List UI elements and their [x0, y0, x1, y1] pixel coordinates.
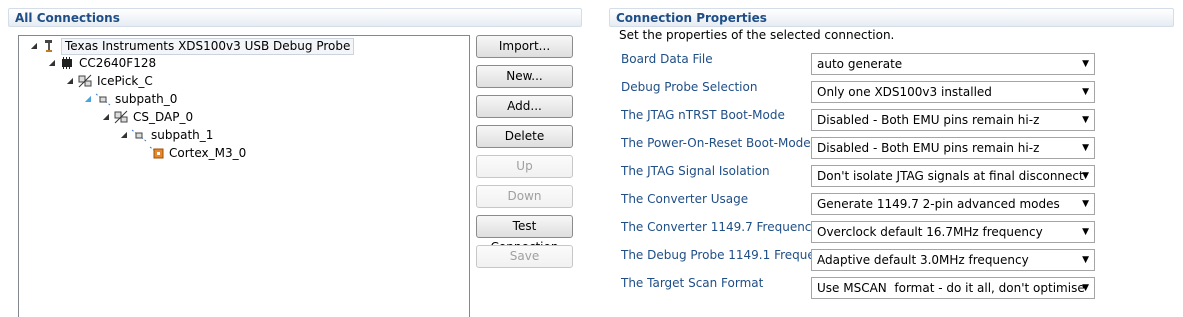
- chip-icon: [59, 55, 75, 71]
- router-icon: [77, 73, 93, 89]
- dropdown-arrow-icon: ▼: [1082, 59, 1089, 69]
- debug-probe-frequency-select[interactable]: Adaptive default 3.0MHz frequency ▼: [811, 249, 1095, 271]
- down-button[interactable]: Down: [476, 185, 573, 208]
- import-button[interactable]: Import...: [476, 35, 573, 58]
- dropdown-arrow-icon: ▼: [1082, 115, 1089, 125]
- add-button[interactable]: Add...: [476, 95, 573, 118]
- select-value: Only one XDS100v3 installed: [817, 85, 992, 99]
- tree-node-label: subpath_0: [115, 92, 178, 106]
- dropdown-arrow-icon: ▼: [1082, 255, 1089, 265]
- properties-description: Set the properties of the selected conne…: [619, 28, 895, 42]
- board-data-file-label: Board Data File: [621, 52, 713, 66]
- dropdown-arrow-icon: ▼: [1082, 87, 1089, 97]
- dropdown-arrow-icon: ▼: [1082, 143, 1089, 153]
- tree-node-label: IcePick_C: [97, 74, 153, 88]
- tree-node-cortex[interactable]: Cortex_M3_0: [149, 144, 246, 162]
- cpu-core-icon: [149, 145, 165, 161]
- jtag-ntrst-boot-mode-label: The JTAG nTRST Boot-Mode: [621, 108, 785, 122]
- debug-probe-frequency-label: The Debug Probe 1149.1 Frequency: [621, 248, 837, 262]
- tree-node-cs-dap[interactable]: ◢ CS_DAP_0: [101, 108, 193, 126]
- converter-usage-label: The Converter Usage: [621, 192, 749, 206]
- tree-node-label: CC2640F128: [79, 56, 157, 70]
- converter-frequency-select[interactable]: Overclock default 16.7MHz frequency ▼: [811, 221, 1095, 243]
- debug-probe-selection-select[interactable]: Only one XDS100v3 installed ▼: [811, 81, 1095, 103]
- power-on-reset-boot-mode-label: The Power-On-Reset Boot-Mode: [621, 136, 811, 150]
- subpath-icon: [95, 91, 111, 107]
- debug-probe-icon: [41, 38, 57, 54]
- select-value: Overclock default 16.7MHz frequency: [817, 225, 1043, 239]
- jtag-ntrst-boot-mode-select[interactable]: Disabled - Both EMU pins remain hi-z ▼: [811, 109, 1095, 131]
- target-scan-format-select[interactable]: Use MSCAN format - do it all, don't opti…: [811, 277, 1095, 299]
- collapse-icon[interactable]: ◢: [119, 130, 129, 140]
- jtag-signal-isolation-label: The JTAG Signal Isolation: [621, 164, 770, 178]
- select-value: Don't isolate JTAG signals at final disc…: [817, 169, 1084, 183]
- tree-node-label: Texas Instruments XDS100v3 USB Debug Pro…: [61, 37, 355, 55]
- new-button[interactable]: New...: [476, 65, 573, 88]
- delete-button[interactable]: Delete: [476, 125, 573, 148]
- select-value: auto generate: [817, 57, 903, 71]
- dropdown-arrow-icon: ▼: [1082, 171, 1089, 181]
- collapse-icon[interactable]: ◢: [83, 94, 93, 104]
- connection-properties-header: Connection Properties: [609, 8, 1174, 27]
- tree-node-device[interactable]: ◢ CC2640F128: [47, 54, 156, 72]
- converter-frequency-label: The Converter 1149.7 Frequency: [621, 220, 819, 234]
- tree-node-label: subpath_1: [151, 128, 214, 142]
- dropdown-arrow-icon: ▼: [1082, 283, 1089, 293]
- test-connection-button[interactable]: Test Connection: [476, 215, 573, 254]
- subpath-icon: [131, 127, 147, 143]
- debug-probe-selection-label: Debug Probe Selection: [621, 80, 758, 94]
- tree-node-debug-probe[interactable]: ◢ Texas Instruments XDS100v3 USB Debug P…: [29, 37, 355, 55]
- select-value: Disabled - Both EMU pins remain hi-z: [817, 141, 1040, 155]
- select-value: Generate 1149.7 2-pin advanced modes: [817, 197, 1060, 211]
- select-value: Use MSCAN format - do it all, don't opti…: [817, 281, 1085, 295]
- tree-node-subpath-1[interactable]: ◢ subpath_1: [119, 126, 213, 144]
- select-value: Disabled - Both EMU pins remain hi-z: [817, 113, 1040, 127]
- select-value: Adaptive default 3.0MHz frequency: [817, 253, 1029, 267]
- router-icon: [113, 109, 129, 125]
- all-connections-header: All Connections: [8, 8, 582, 27]
- dropdown-arrow-icon: ▼: [1082, 199, 1089, 209]
- collapse-icon[interactable]: ◢: [29, 41, 39, 51]
- collapse-icon[interactable]: ◢: [101, 112, 111, 122]
- tree-node-label: Cortex_M3_0: [169, 146, 247, 160]
- save-button[interactable]: Save: [476, 245, 573, 268]
- jtag-signal-isolation-select[interactable]: Don't isolate JTAG signals at final disc…: [811, 165, 1095, 187]
- collapse-icon[interactable]: ◢: [47, 58, 57, 68]
- power-on-reset-boot-mode-select[interactable]: Disabled - Both EMU pins remain hi-z ▼: [811, 137, 1095, 159]
- tree-node-icepick[interactable]: ◢ IcePick_C: [65, 72, 153, 90]
- tree-node-label: CS_DAP_0: [133, 110, 194, 124]
- collapse-icon[interactable]: ◢: [65, 76, 75, 86]
- tree-node-subpath-0[interactable]: ◢ subpath_0: [83, 90, 177, 108]
- target-scan-format-label: The Target Scan Format: [621, 276, 764, 290]
- converter-usage-select[interactable]: Generate 1149.7 2-pin advanced modes ▼: [811, 193, 1095, 215]
- dropdown-arrow-icon: ▼: [1082, 227, 1089, 237]
- up-button[interactable]: Up: [476, 155, 573, 178]
- connections-tree[interactable]: ◢ Texas Instruments XDS100v3 USB Debug P…: [18, 35, 470, 317]
- board-data-file-select[interactable]: auto generate ▼: [811, 53, 1095, 75]
